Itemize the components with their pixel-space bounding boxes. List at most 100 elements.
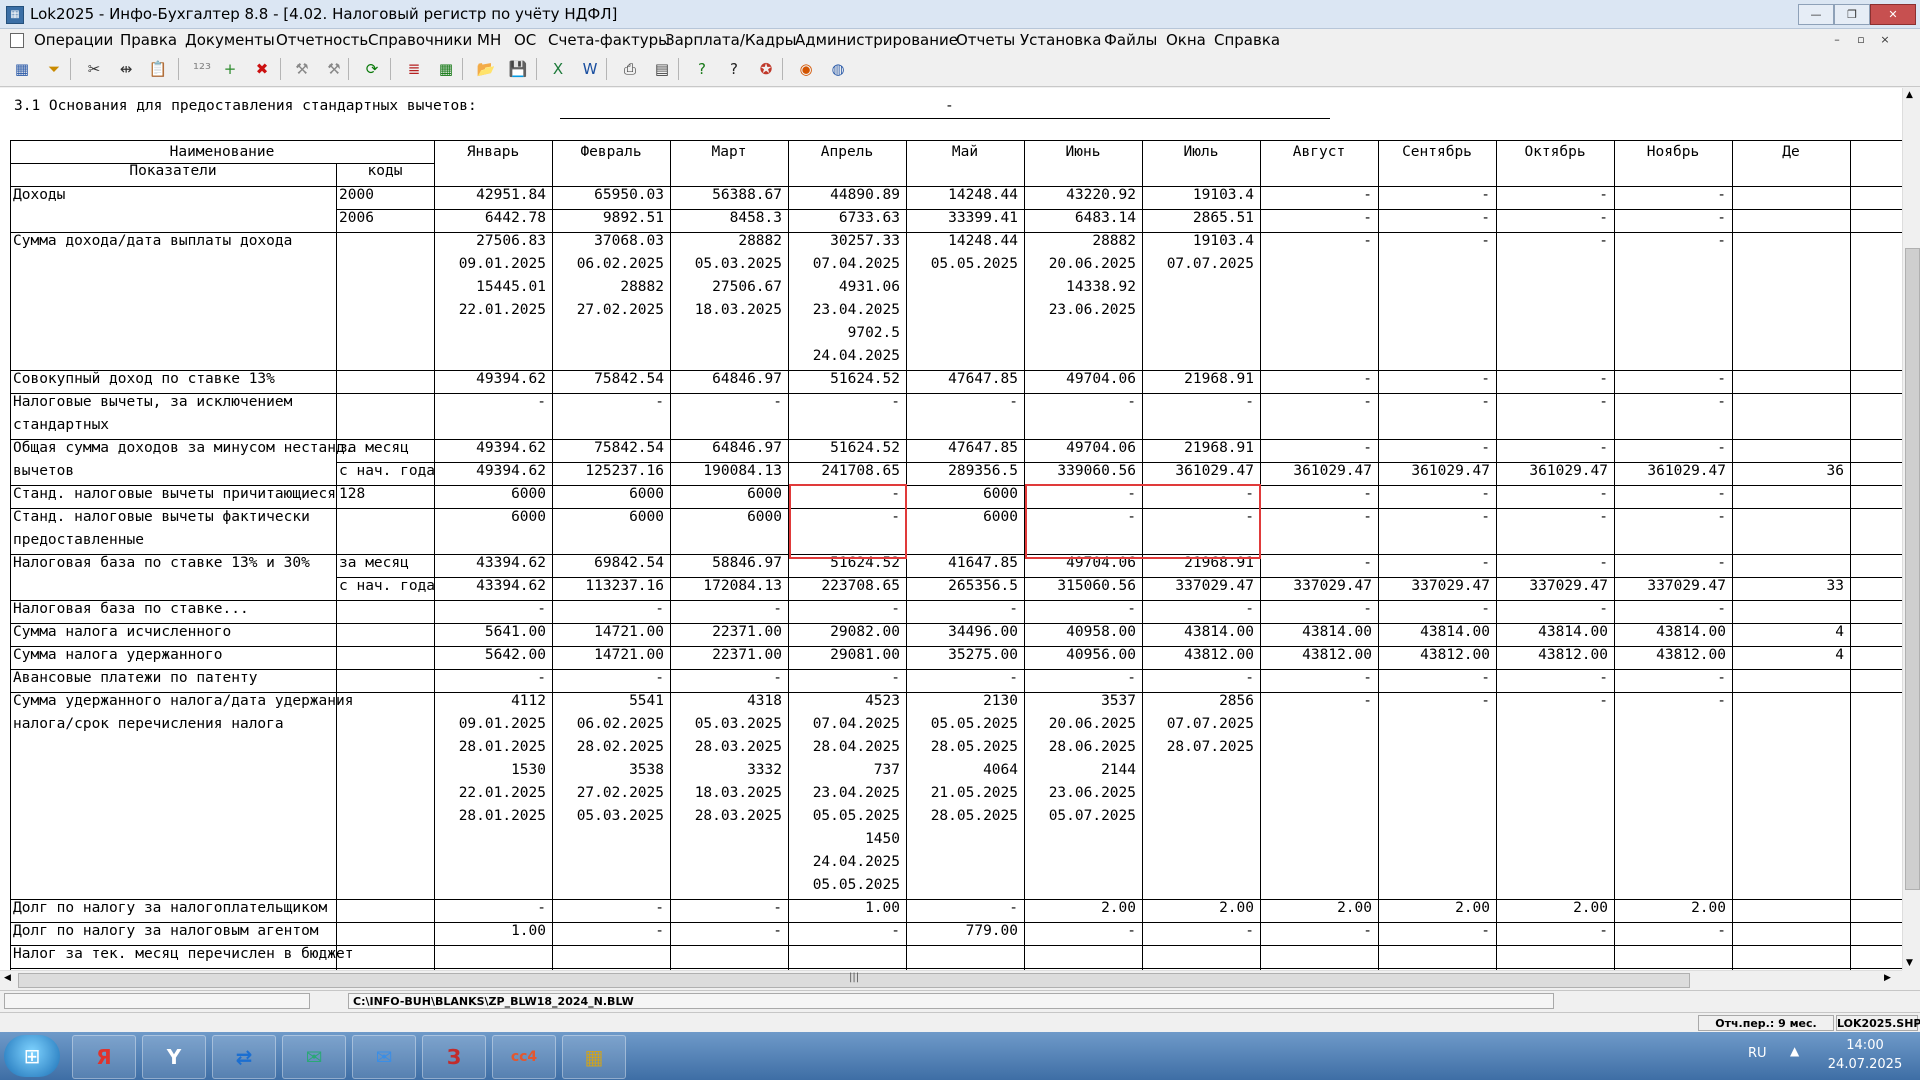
- table-cell[interactable]: 43394.62: [434, 552, 546, 575]
- table-cell[interactable]: -: [670, 391, 782, 414]
- table-cell[interactable]: 36: [1732, 460, 1844, 483]
- yandex-browser-icon[interactable]: Y: [142, 1035, 206, 1079]
- table-cell[interactable]: 6000: [552, 483, 664, 506]
- menu-windows[interactable]: Окна: [1166, 31, 1206, 49]
- table-cell[interactable]: 6000: [434, 506, 546, 529]
- menu-edit[interactable]: Правка: [120, 31, 177, 49]
- table-cell[interactable]: -: [1614, 437, 1726, 460]
- table-cell[interactable]: 22371.00: [670, 621, 782, 644]
- table-cell[interactable]: 3538: [552, 759, 664, 782]
- excel-icon[interactable]: X: [546, 57, 570, 81]
- table-cell[interactable]: 2856: [1142, 690, 1254, 713]
- table-cell[interactable]: 1.00: [434, 920, 546, 943]
- table-cell[interactable]: 28882: [1024, 230, 1136, 253]
- table-cell[interactable]: -: [906, 598, 1018, 621]
- table-cell[interactable]: -: [1614, 552, 1726, 575]
- table-cell[interactable]: 07.04.2025: [788, 713, 900, 736]
- menu-documents[interactable]: Документы: [185, 31, 275, 49]
- table-cell[interactable]: -: [1496, 368, 1608, 391]
- table-cell[interactable]: -: [1378, 920, 1490, 943]
- table-cell[interactable]: 2130: [906, 690, 1018, 713]
- table-cell[interactable]: 51624.52: [788, 368, 900, 391]
- table-cell[interactable]: 5641.00: [434, 621, 546, 644]
- close-button[interactable]: ✕: [1870, 4, 1916, 25]
- menu-help[interactable]: Справка: [1214, 31, 1280, 49]
- table-cell[interactable]: 6000: [670, 483, 782, 506]
- table-cell[interactable]: -: [1260, 920, 1372, 943]
- table-cell[interactable]: 58846.97: [670, 552, 782, 575]
- table-cell[interactable]: 27506.67: [670, 276, 782, 299]
- table-cell[interactable]: 6000: [670, 506, 782, 529]
- table-cell[interactable]: 43812.00: [1378, 644, 1490, 667]
- table-cell[interactable]: -: [1260, 598, 1372, 621]
- table-cell[interactable]: 6000: [906, 483, 1018, 506]
- table-cell[interactable]: -: [670, 920, 782, 943]
- table-cell[interactable]: 29082.00: [788, 621, 900, 644]
- table-cell[interactable]: 21.05.2025: [906, 782, 1018, 805]
- table-cell[interactable]: 337029.47: [1378, 575, 1490, 598]
- restore-button[interactable]: ❐: [1834, 4, 1870, 25]
- table-cell[interactable]: 2.00: [1614, 897, 1726, 920]
- horizontal-scroll-thumb[interactable]: |||: [18, 972, 1690, 988]
- table-cell[interactable]: 28.05.2025: [906, 736, 1018, 759]
- menu-reference[interactable]: Справочники: [368, 31, 472, 49]
- yandex-icon[interactable]: Я: [72, 1035, 136, 1079]
- table-cell[interactable]: -: [1378, 391, 1490, 414]
- table-cell[interactable]: 34496.00: [906, 621, 1018, 644]
- table-cell[interactable]: -: [1260, 184, 1372, 207]
- table-cell[interactable]: -: [1614, 184, 1726, 207]
- table-cell[interactable]: -: [1024, 598, 1136, 621]
- table-cell[interactable]: 40958.00: [1024, 621, 1136, 644]
- table-cell[interactable]: -: [788, 391, 900, 414]
- table-cell[interactable]: 14338.92: [1024, 276, 1136, 299]
- table-cell[interactable]: -: [1496, 506, 1608, 529]
- table-cell[interactable]: 2865.51: [1142, 207, 1254, 230]
- table-cell[interactable]: -: [1614, 690, 1726, 713]
- table-cell[interactable]: 51624.52: [788, 437, 900, 460]
- table-cell[interactable]: -: [1614, 667, 1726, 690]
- table-cell[interactable]: -: [1260, 506, 1372, 529]
- table-cell[interactable]: 28.01.2025: [434, 736, 546, 759]
- table-cell[interactable]: 05.05.2025: [906, 713, 1018, 736]
- table-cell[interactable]: 113237.16: [552, 575, 664, 598]
- table-cell[interactable]: -: [1496, 483, 1608, 506]
- table-cell[interactable]: -: [1614, 920, 1726, 943]
- table-cell[interactable]: 65950.03: [552, 184, 664, 207]
- table-cell[interactable]: 6000: [434, 483, 546, 506]
- table-cell[interactable]: 4064: [906, 759, 1018, 782]
- table-cell[interactable]: 06.02.2025: [552, 713, 664, 736]
- table-cell[interactable]: 361029.47: [1614, 460, 1726, 483]
- table-cell[interactable]: 19103.4: [1142, 184, 1254, 207]
- menu-os[interactable]: ОС: [514, 31, 536, 49]
- register-icon[interactable]: ▦: [10, 57, 34, 81]
- scroll-up-icon[interactable]: ▲: [1906, 90, 1913, 100]
- table-cell[interactable]: 64846.97: [670, 368, 782, 391]
- table-cell[interactable]: -: [1260, 207, 1372, 230]
- menu-invoices[interactable]: Счета-фактуры: [548, 31, 670, 49]
- table-cell[interactable]: 49704.06: [1024, 437, 1136, 460]
- table-cell[interactable]: -: [552, 897, 664, 920]
- table-cell[interactable]: 37068.03: [552, 230, 664, 253]
- table-cell[interactable]: -: [1378, 207, 1490, 230]
- table-cell[interactable]: 289356.5: [906, 460, 1018, 483]
- table-cell[interactable]: 6733.63: [788, 207, 900, 230]
- app-icon[interactable]: ▦: [6, 6, 24, 24]
- table-cell[interactable]: -: [1142, 667, 1254, 690]
- clock[interactable]: 14:00 24.07.2025: [1820, 1036, 1910, 1074]
- table-cell[interactable]: 21968.91: [1142, 437, 1254, 460]
- table-cell[interactable]: -: [670, 897, 782, 920]
- compass-icon[interactable]: ✪: [754, 57, 778, 81]
- tool2-icon[interactable]: ⚒: [322, 57, 346, 81]
- table-cell[interactable]: -: [1496, 437, 1608, 460]
- table-cell[interactable]: 6483.14: [1024, 207, 1136, 230]
- table-cell[interactable]: 56388.67: [670, 184, 782, 207]
- table-cell[interactable]: -: [1614, 506, 1726, 529]
- table-cell[interactable]: 6000: [906, 506, 1018, 529]
- print-icon[interactable]: ⎙: [618, 57, 642, 81]
- table-cell[interactable]: 43220.92: [1024, 184, 1136, 207]
- table-cell[interactable]: 05.03.2025: [670, 713, 782, 736]
- table-cell[interactable]: 190084.13: [670, 460, 782, 483]
- table-cell[interactable]: -: [1024, 667, 1136, 690]
- menu-reports[interactable]: Отчеты: [956, 31, 1015, 49]
- network-icon[interactable]: ◍: [826, 57, 850, 81]
